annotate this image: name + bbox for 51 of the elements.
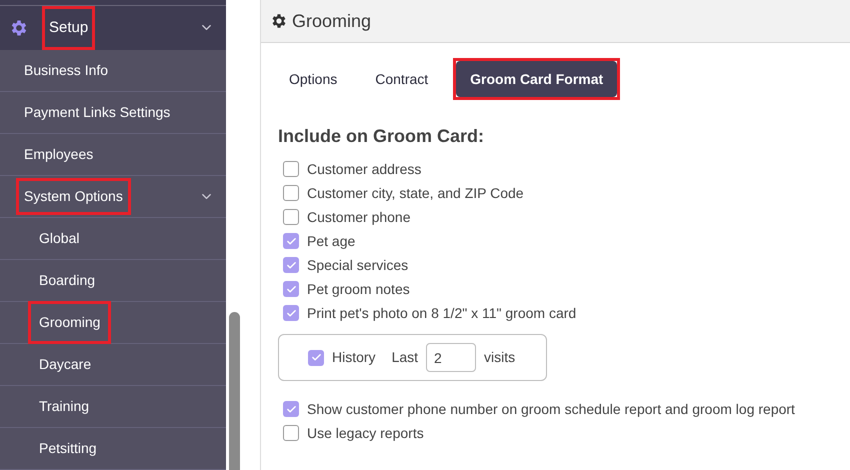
checkbox[interactable] [283, 401, 299, 417]
checkbox[interactable] [283, 209, 299, 225]
item-label: Payment Links Settings [23, 103, 172, 122]
check-icon [286, 308, 296, 318]
option-label: Pet groom notes [307, 280, 410, 299]
check-icon [286, 236, 296, 246]
panel-title: Grooming [292, 10, 372, 33]
check-icon [286, 284, 296, 294]
section-heading: Include on Groom Card: [278, 125, 486, 148]
item-label: Petsitting [38, 439, 98, 458]
checkbox[interactable] [308, 350, 324, 366]
item-label: Employees [23, 145, 94, 164]
tab[interactable]: Contract [365, 61, 438, 97]
item-label: Boarding [38, 271, 96, 290]
item-label: Training [38, 397, 90, 416]
option-label: Special services [307, 256, 408, 275]
history-label: History [332, 348, 376, 367]
item-label: Daycare [38, 355, 92, 374]
check-icon [286, 260, 296, 270]
scrollbar-thumb[interactable] [229, 312, 240, 470]
tab[interactable]: Options [279, 61, 348, 97]
gear-icon [9, 18, 29, 38]
option-label: Print pet's photo on 8 1/2" x 11" groom card [307, 304, 576, 323]
option-label: Use legacy reports [307, 424, 424, 443]
option-label: Customer address [307, 160, 422, 178]
sidebar-subitem[interactable]: Grooming [0, 302, 226, 344]
item-label: Global [38, 229, 80, 248]
settings-icon [270, 12, 288, 30]
check-icon [310, 352, 322, 363]
option-label: Customer city, state, and ZIP Code [307, 184, 524, 203]
item-label: Business Info [23, 61, 110, 80]
sidebar-section-header[interactable]: Setup [0, 6, 226, 50]
visits-input[interactable]: 2 [426, 343, 476, 372]
check-icon [286, 404, 296, 414]
option-label: Pet age [307, 232, 356, 251]
section-label: Setup [42, 6, 96, 50]
option-label: Show customer phone number on groom schedule report and groom log report [307, 400, 795, 419]
visits-label: visits [484, 348, 516, 367]
checkbox[interactable] [283, 233, 299, 249]
checkbox[interactable] [283, 305, 299, 321]
checkbox[interactable] [283, 257, 299, 273]
tab[interactable]: Groom Card Format [456, 61, 618, 97]
last-label: Last [392, 348, 418, 367]
checkbox[interactable] [283, 185, 299, 201]
checkbox[interactable] [283, 161, 299, 177]
item-label: Grooming [28, 301, 112, 344]
sidebar-item[interactable]: System Options [0, 176, 226, 218]
option-label: Customer phone [307, 208, 411, 227]
checkbox[interactable] [283, 281, 299, 297]
item-label: System Options [16, 178, 131, 215]
checkbox[interactable] [283, 425, 299, 441]
